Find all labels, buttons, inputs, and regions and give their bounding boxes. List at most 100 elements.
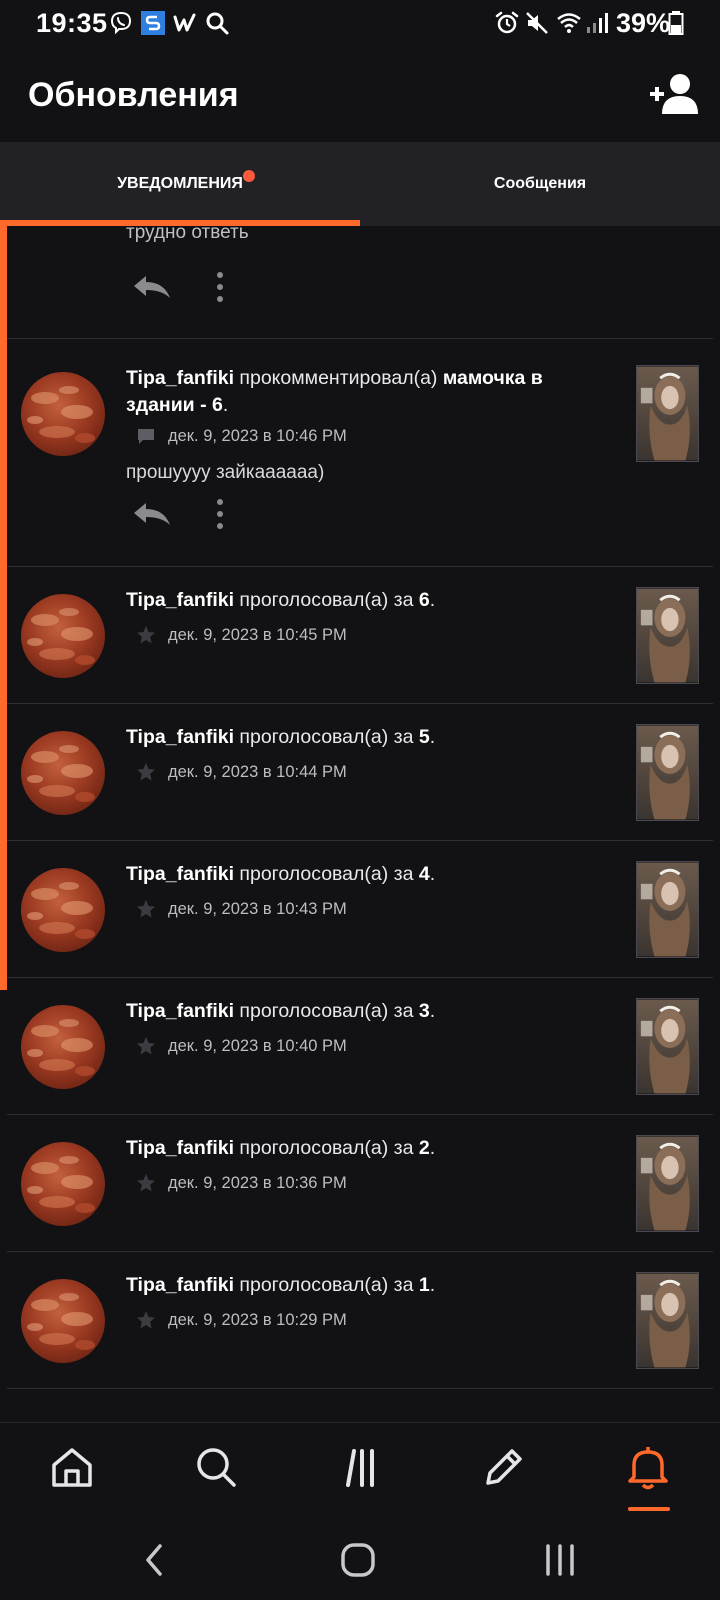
notifications-feed[interactable]: трудно ответь Tipa_fanfiki прокомментиро…	[0, 226, 720, 1422]
notification-item-vote[interactable]: Tipa_fanfiki проголосовал(а) за 1. дек. 9…	[0, 1252, 720, 1388]
status-time: 19:35	[36, 8, 108, 38]
action-text: проголосовал(а) за	[234, 1000, 419, 1022]
username[interactable]: Tipa_fanfiki	[126, 1274, 234, 1296]
notification-item-vote[interactable]: Tipa_fanfiki проголосовал(а) за 5. дек. 9…	[0, 704, 720, 840]
divider	[7, 1388, 713, 1389]
signal-icon	[587, 13, 608, 33]
action-text: проголосовал(а) за	[234, 1137, 419, 1159]
reply-button[interactable]	[130, 272, 174, 302]
username[interactable]: Tipa_fanfiki	[126, 589, 234, 611]
reply-button[interactable]	[130, 499, 174, 529]
app-screen: 19:35 39% Обновления УВЕДОМЛЕНИЯ Сообщен…	[0, 0, 720, 1600]
reply-icon	[134, 276, 170, 298]
tab-notifications[interactable]: УВЕДОМЛЕНИЯ	[0, 142, 360, 226]
back-button[interactable]	[136, 1540, 176, 1580]
notification-text: Tipa_fanfiki проголосовал(а) за 2.	[126, 1135, 556, 1162]
story-cover-thumbnail[interactable]	[636, 365, 699, 462]
story-cover-thumbnail[interactable]	[636, 587, 699, 684]
notification-item-vote[interactable]: Tipa_fanfiki проголосовал(а) за 3. дек. 9…	[0, 978, 720, 1114]
notification-item-vote[interactable]: Tipa_fanfiki проголосовал(а) за 2. дек. 9…	[0, 1115, 720, 1251]
username[interactable]: Tipa_fanfiki	[126, 367, 234, 389]
action-text: проголосовал(а) за	[234, 726, 419, 748]
s-app-icon	[141, 11, 165, 35]
viber-icon	[110, 11, 132, 35]
avatar[interactable]	[21, 1279, 105, 1363]
recents-icon	[546, 1544, 574, 1576]
part-number[interactable]: 5	[419, 726, 430, 748]
write-icon	[486, 1449, 522, 1485]
notification-item-partial[interactable]: трудно ответь	[0, 226, 720, 338]
search-icon	[197, 1448, 236, 1487]
story-cover-thumbnail[interactable]	[636, 1135, 699, 1232]
wifi-icon	[557, 13, 581, 33]
story-cover-thumbnail[interactable]	[636, 861, 699, 958]
suffix: .	[429, 589, 436, 611]
notification-text: Tipa_fanfiki проголосовал(а) за 5.	[126, 724, 556, 751]
notification-item-vote[interactable]: Tipa_fanfiki проголосовал(а) за 6. дек. 9…	[0, 567, 720, 703]
star-icon	[137, 1037, 155, 1055]
notification-text: Tipa_fanfiki проголосовал(а) за 6.	[126, 587, 556, 614]
tab-messages-label: Сообщения	[493, 175, 587, 192]
tab-notifications-label: УВЕДОМЛЕНИЯ	[117, 175, 243, 192]
nav-library-button[interactable]	[336, 1443, 384, 1491]
part-number[interactable]: 2	[419, 1137, 430, 1159]
comment-text: прошуууу зайкаааааа)	[126, 462, 325, 483]
part-number[interactable]: 4	[419, 863, 430, 885]
star-icon	[137, 626, 155, 644]
tab-messages[interactable]: Сообщения	[360, 142, 720, 226]
recents-button[interactable]	[540, 1540, 580, 1580]
notification-item-vote[interactable]: Tipa_fanfiki проголосовал(а) за 4. дек. 9…	[0, 841, 720, 977]
avatar[interactable]	[21, 1142, 105, 1226]
timestamp: дек. 9, 2023 в 10:46 PM	[168, 426, 347, 445]
timestamp: дек. 9, 2023 в 10:44 PM	[168, 762, 347, 781]
more-vertical-icon	[217, 272, 223, 302]
story-cover-thumbnail[interactable]	[636, 998, 699, 1095]
suffix: .	[222, 394, 229, 416]
tab-bar: УВЕДОМЛЕНИЯ Сообщения	[0, 142, 720, 226]
part-number[interactable]: 3	[419, 1000, 430, 1022]
timestamp: дек. 9, 2023 в 10:29 PM	[168, 1310, 347, 1329]
avatar[interactable]	[21, 868, 105, 952]
home-system-button[interactable]	[338, 1540, 378, 1580]
battery-percent: 39%	[616, 8, 671, 38]
timestamp: дек. 9, 2023 в 10:40 PM	[168, 1036, 347, 1055]
action-text: проголосовал(а) за	[234, 1274, 419, 1296]
add-user-icon	[650, 74, 698, 114]
avatar[interactable]	[21, 1005, 105, 1089]
meta-row: дек. 9, 2023 в 10:45 PM	[136, 623, 347, 647]
more-options-button[interactable]	[208, 270, 232, 304]
avatar[interactable]	[21, 731, 105, 815]
comment-icon	[138, 429, 154, 444]
part-number[interactable]: 6	[419, 589, 430, 611]
username[interactable]: Tipa_fanfiki	[126, 1000, 234, 1022]
username[interactable]: Tipa_fanfiki	[126, 726, 234, 748]
add-user-button[interactable]	[648, 72, 700, 116]
story-cover-thumbnail[interactable]	[636, 1272, 699, 1369]
nav-write-button[interactable]	[480, 1443, 528, 1491]
avatar[interactable]	[21, 372, 105, 456]
suffix: .	[429, 1137, 436, 1159]
more-options-button[interactable]	[208, 497, 232, 531]
page-title: Обновления	[28, 76, 239, 114]
notification-item-comment[interactable]: Tipa_fanfiki прокомментировал(а) мамочка…	[0, 339, 720, 566]
meta-row: дек. 9, 2023 в 10:29 PM	[136, 1308, 347, 1332]
star-icon	[137, 900, 155, 918]
timestamp: дек. 9, 2023 в 10:36 PM	[168, 1173, 347, 1192]
meta-row: дек. 9, 2023 в 10:36 PM	[136, 1171, 347, 1195]
username[interactable]: Tipa_fanfiki	[126, 863, 234, 885]
meta-row: дек. 9, 2023 в 10:40 PM	[136, 1034, 347, 1058]
avatar[interactable]	[21, 594, 105, 678]
username[interactable]: Tipa_fanfiki	[126, 1137, 234, 1159]
part-number[interactable]: 1	[419, 1274, 430, 1296]
nav-notifications-button[interactable]	[624, 1443, 672, 1491]
home-icon	[52, 1448, 92, 1487]
action-text: проголосовал(а) за	[234, 589, 419, 611]
bell-icon	[628, 1447, 668, 1490]
mute-icon	[526, 12, 548, 34]
story-cover-thumbnail[interactable]	[636, 724, 699, 821]
notification-text: Tipa_fanfiki проголосовал(а) за 3.	[126, 998, 556, 1025]
comment-text: трудно ответь	[126, 226, 249, 243]
nav-search-button[interactable]	[192, 1443, 240, 1491]
suffix: .	[429, 1274, 436, 1296]
nav-home-button[interactable]	[48, 1443, 96, 1491]
